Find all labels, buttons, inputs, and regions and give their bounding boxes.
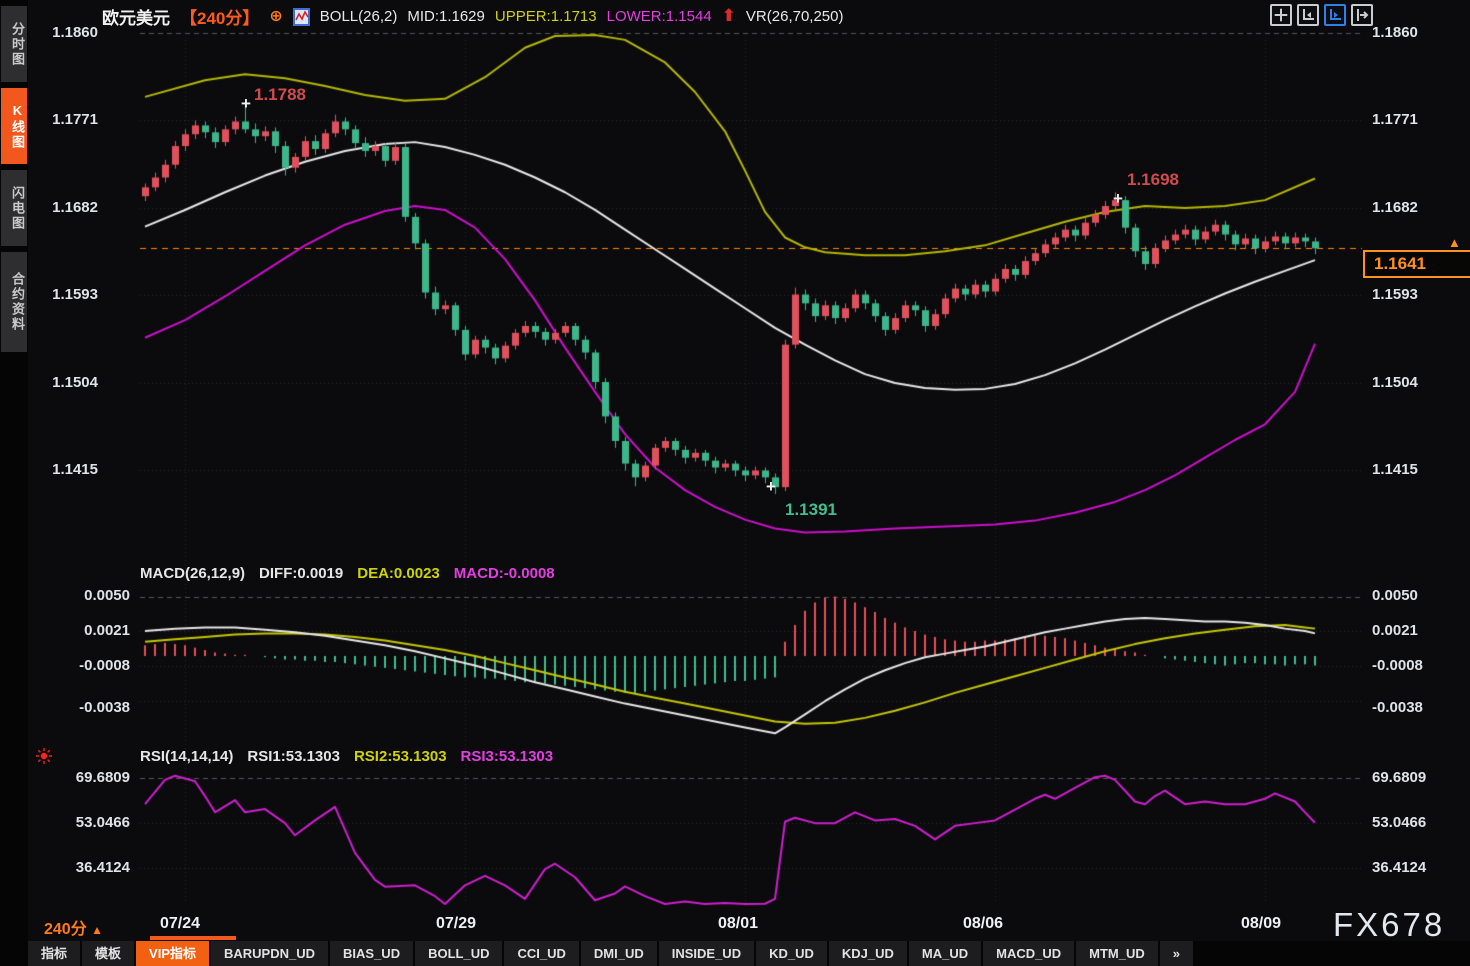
symbol-name: 欧元美元 <box>102 4 170 29</box>
tab-templates[interactable]: 模板 <box>82 941 134 966</box>
tab-vip-indicators[interactable]: VIP指标 <box>136 941 209 966</box>
tab-cci-ud[interactable]: CCI_UD <box>504 941 578 966</box>
rsi-header: RSI(14,14,14) RSI1:53.1303 RSI2:53.1303 … <box>140 748 553 765</box>
rsi-axis-label-right: 69.6809 <box>1372 769 1466 786</box>
rsi-axis-label-right: 36.4124 <box>1372 859 1466 876</box>
indicator-tabbar: 指标 模板 VIP指标 BARUPDN_UD BIAS_UD BOLL_UD C… <box>28 941 1470 966</box>
macd-axis-label-right: 0.0021 <box>1372 622 1466 639</box>
price-axis-label-right: 1.1415 <box>1372 461 1434 478</box>
tab-macd-ud[interactable]: MACD_UD <box>983 941 1074 966</box>
price-axis-label-right: 1.1504 <box>1372 374 1434 391</box>
date-tick: 07/24 <box>160 915 200 933</box>
price-axis-label-left: 1.1682 <box>36 199 98 216</box>
macd-axis-label-right: -0.0038 <box>1372 699 1466 716</box>
price-axis-label-left: 1.1593 <box>36 286 98 303</box>
macd-axis-label-right: -0.0008 <box>1372 657 1466 674</box>
macd-axis-label-left: 0.0050 <box>36 587 130 604</box>
chart-canvas[interactable] <box>0 0 1470 966</box>
date-tick: 08/09 <box>1241 915 1281 933</box>
live-indicator-icon <box>35 747 53 765</box>
rsi-axis-label-left: 69.6809 <box>36 769 130 786</box>
price-axis-label-right: 1.1593 <box>1372 286 1434 303</box>
sidebar-tab-candle-chart[interactable]: K线图 <box>1 88 27 164</box>
macd-hist-value: MACD:-0.0008 <box>454 565 555 582</box>
price-axis-label-left: 1.1415 <box>36 461 98 478</box>
sidebar-tab-contract-info[interactable]: 合约资料 <box>1 252 27 352</box>
period-text: 240分 <box>44 921 87 938</box>
macd-axis-label-left: -0.0038 <box>36 699 130 716</box>
tab-ma-ud[interactable]: MA_UD <box>909 941 981 966</box>
low-cross-marker: + <box>766 477 776 497</box>
swing-high-marker: + <box>1113 189 1123 209</box>
circle-plus-icon[interactable]: ⊕ <box>269 6 282 26</box>
boll-mid-value: MID:1.1629 <box>407 8 485 25</box>
rsi-axis-label-right: 53.0466 <box>1372 814 1466 831</box>
tab-bias-ud[interactable]: BIAS_UD <box>330 941 413 966</box>
rsi-params-label: RSI(14,14,14) <box>140 748 233 765</box>
boll-params-label: BOLL(26,2) <box>320 8 398 25</box>
crosshair-move-icon[interactable] <box>1270 4 1292 26</box>
macd-axis-label-left: 0.0021 <box>36 622 130 639</box>
vr-params-label: VR(26,70,250) <box>746 8 844 25</box>
axis-scale-left-icon[interactable] <box>1297 4 1319 26</box>
price-tag-arrow-icon: ▲ <box>1448 235 1461 250</box>
axis-scale-right-icon[interactable] <box>1324 4 1346 26</box>
price-axis-label-left: 1.1860 <box>36 24 98 41</box>
marked-high-label: 1.1788 <box>254 85 306 105</box>
price-axis-label-right: 1.1771 <box>1372 111 1434 128</box>
period-dropdown-arrow-icon: ▲ <box>91 923 103 937</box>
header-toolbar <box>1270 4 1373 26</box>
macd-axis-label-left: -0.0008 <box>36 657 130 674</box>
rsi1-value: RSI1:53.1303 <box>247 748 340 765</box>
tab-boll-ud[interactable]: BOLL_UD <box>415 941 502 966</box>
period-label[interactable]: 【240分】 <box>180 4 259 29</box>
macd-diff-value: DIFF:0.0019 <box>259 565 343 582</box>
tab-more[interactable]: » <box>1160 941 1193 966</box>
chart-app: 分时图 K线图 闪电图 合约资料 欧元美元 【240分】 ⊕ BOLL(26,2… <box>0 0 1470 966</box>
boll-lower-value: LOWER:1.1544 <box>607 8 712 25</box>
tab-inside-ud[interactable]: INSIDE_UD <box>659 941 754 966</box>
swing-high-label: 1.1698 <box>1127 170 1179 190</box>
current-price-tag: 1.1641 <box>1363 250 1470 278</box>
chart-scrollbar-thumb[interactable] <box>150 936 236 940</box>
rsi3-value: RSI3:53.1303 <box>461 748 554 765</box>
tab-kd-ud[interactable]: KD_UD <box>756 941 827 966</box>
chart-header: 欧元美元 【240分】 ⊕ BOLL(26,2) MID:1.1629 UPPE… <box>102 5 843 27</box>
macd-dea-value: DEA:0.0023 <box>357 565 440 582</box>
macd-header: MACD(26,12,9) DIFF:0.0019 DEA:0.0023 MAC… <box>140 565 555 582</box>
period-selector[interactable]: 240分 ▲ <box>44 915 103 939</box>
sidebar-tab-timeline-chart[interactable]: 分时图 <box>1 6 27 82</box>
date-tick: 08/01 <box>718 915 758 933</box>
boll-upper-value: UPPER:1.1713 <box>495 8 597 25</box>
rsi-axis-label-left: 53.0466 <box>36 814 130 831</box>
tab-indicators[interactable]: 指标 <box>28 941 80 966</box>
tab-kdj-ud[interactable]: KDJ_UD <box>829 941 907 966</box>
price-axis-label-right: 1.1860 <box>1372 24 1434 41</box>
mini-chart-icon <box>293 7 310 26</box>
sidebar-tab-lightning-chart[interactable]: 闪电图 <box>1 170 27 246</box>
tab-mtm-ud[interactable]: MTM_UD <box>1076 941 1158 966</box>
price-axis-label-right: 1.1682 <box>1372 199 1434 216</box>
price-axis-label-left: 1.1504 <box>36 374 98 391</box>
macd-axis-label-right: 0.0050 <box>1372 587 1466 604</box>
date-tick: 07/29 <box>436 915 476 933</box>
watermark-logo: FX678 <box>1333 906 1445 944</box>
exit-fullscreen-icon[interactable] <box>1351 4 1373 26</box>
rsi2-value: RSI2:53.1303 <box>354 748 447 765</box>
marked-low-label: 1.1391 <box>785 500 837 520</box>
up-arrow-icon: ⬆ <box>722 6 736 26</box>
rsi-axis-label-left: 36.4124 <box>36 859 130 876</box>
sidebar: 分时图 K线图 闪电图 合约资料 <box>0 0 28 966</box>
tab-barupdn-ud[interactable]: BARUPDN_UD <box>211 941 328 966</box>
macd-params-label: MACD(26,12,9) <box>140 565 245 582</box>
price-axis-label-left: 1.1771 <box>36 111 98 128</box>
date-tick: 08/06 <box>963 915 1003 933</box>
tab-dmi-ud[interactable]: DMI_UD <box>581 941 657 966</box>
high-cross-marker: + <box>241 94 251 114</box>
